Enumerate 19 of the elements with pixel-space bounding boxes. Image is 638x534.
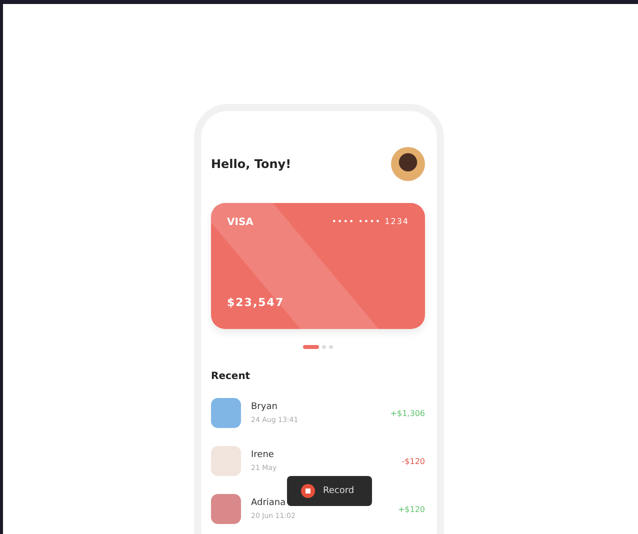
contact-name: Bryan <box>251 402 278 412</box>
transaction-amount: +$120 <box>398 504 425 514</box>
transaction-amount: -$120 <box>402 456 425 466</box>
section-title: Recent <box>211 371 252 382</box>
page-dot[interactable] <box>322 345 326 349</box>
avatar-icon <box>211 398 241 428</box>
contact-name: Adriana <box>251 498 287 508</box>
page-dot[interactable] <box>329 345 333 349</box>
record-icon <box>301 484 315 498</box>
contact-name: Irene <box>251 450 275 460</box>
record-button[interactable]: Record <box>287 476 372 506</box>
avatar-icon[interactable] <box>391 147 425 181</box>
avatar-icon <box>211 494 241 524</box>
avatar-icon <box>211 446 241 476</box>
card-brand: VISA <box>227 217 254 228</box>
greeting: Hello, Tony! <box>211 157 292 171</box>
transaction-amount: +$1,306 <box>390 408 425 418</box>
card-balance: $23,547 <box>227 296 286 309</box>
card-number: •••• •••• 1234 <box>332 217 409 228</box>
